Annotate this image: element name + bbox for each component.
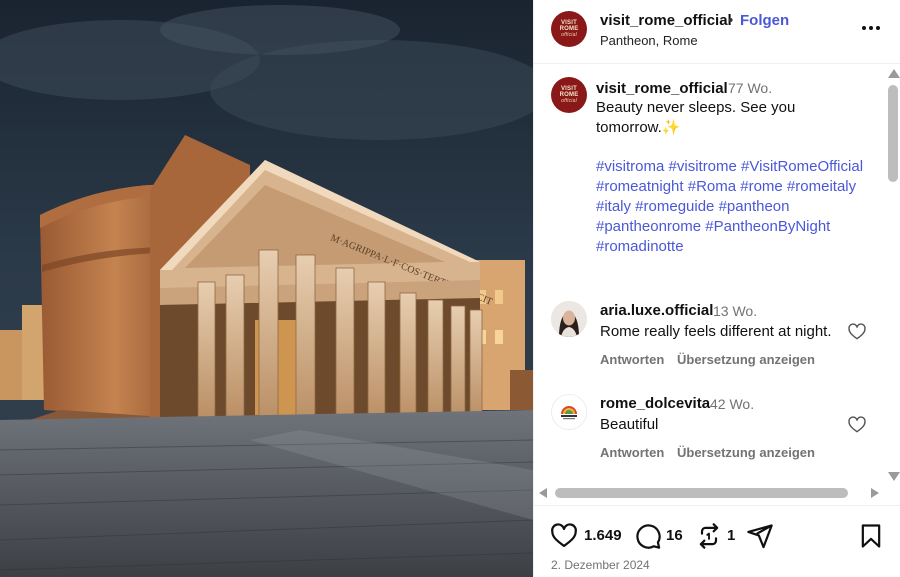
- repost-icon[interactable]: [695, 522, 723, 550]
- caption-hashtags[interactable]: #visitroma #visitrome #VisitRomeOfficial…: [596, 157, 866, 257]
- comment-username[interactable]: aria.luxe.official: [600, 302, 713, 319]
- avatar-logo-text: VISIT ROME: [559, 20, 579, 32]
- share-icon[interactable]: [746, 522, 774, 550]
- comment-username[interactable]: rome_dolcevita: [600, 395, 710, 412]
- avatar-logo-sub: official: [561, 32, 577, 38]
- scrollbar-thumb[interactable]: [888, 85, 898, 182]
- heart-icon[interactable]: [847, 415, 867, 435]
- comment-icon[interactable]: [634, 522, 662, 550]
- scroll-right-arrow-icon[interactable]: [871, 488, 879, 498]
- reposts-count[interactable]: 1: [727, 527, 735, 544]
- likes-count[interactable]: 1.649: [584, 527, 622, 544]
- pantheon-image: M·AGRIPPA·L·F·COS·TERTIVM·FECIT: [0, 0, 533, 577]
- caption-time[interactable]: 77 Wo.: [728, 80, 772, 96]
- comment-avatar[interactable]: [551, 394, 587, 430]
- heart-icon[interactable]: [847, 322, 867, 342]
- scroll-left-arrow-icon[interactable]: [539, 488, 547, 498]
- translate-button[interactable]: Übersetzung anzeigen: [677, 352, 815, 367]
- reply-button[interactable]: Antworten: [600, 352, 664, 367]
- post-location[interactable]: Pantheon, Rome: [600, 33, 698, 48]
- more-options-icon[interactable]: [859, 16, 883, 40]
- comment-text: Beautiful: [600, 416, 659, 433]
- vertical-scrollbar[interactable]: [886, 65, 900, 485]
- scrollbar-thumb[interactable]: [555, 488, 848, 498]
- post-username[interactable]: visit_rome_official: [600, 12, 732, 29]
- comment-text: Rome really feels different at night.: [600, 323, 832, 340]
- caption-text: Beauty never sleeps. See you tomorrow.✨: [596, 99, 796, 136]
- reply-button[interactable]: Antworten: [600, 445, 664, 460]
- horizontal-scrollbar[interactable]: [534, 485, 886, 500]
- follow-button[interactable]: Folgen: [740, 12, 789, 29]
- caption-avatar-logo-text: VISIT ROME: [559, 86, 579, 98]
- heart-icon[interactable]: [550, 522, 578, 550]
- post-side-panel: VISIT ROME official visit_rome_official •…: [533, 0, 900, 577]
- bookmark-icon[interactable]: [857, 522, 885, 550]
- post-date[interactable]: 2. Dezember 2024: [551, 558, 650, 572]
- separator-dot: •: [728, 12, 734, 29]
- comment-time[interactable]: 42 Wo.: [710, 396, 754, 412]
- scroll-up-arrow-icon[interactable]: [888, 69, 900, 78]
- caption-avatar[interactable]: VISIT ROME official: [551, 77, 587, 113]
- caption-avatar-logo-sub: official: [561, 98, 577, 104]
- comments-count[interactable]: 16: [666, 527, 683, 544]
- translate-button[interactable]: Übersetzung anzeigen: [677, 445, 815, 460]
- post-header: VISIT ROME official visit_rome_official •…: [534, 0, 900, 64]
- comment-time[interactable]: 13 Wo.: [713, 303, 757, 319]
- comments-list[interactable]: VISIT ROME official visit_rome_official 7…: [534, 65, 886, 485]
- post-photo[interactable]: M·AGRIPPA·L·F·COS·TERTIVM·FECIT: [0, 0, 533, 577]
- avatar[interactable]: VISIT ROME official: [551, 11, 587, 47]
- scroll-down-arrow-icon[interactable]: [888, 472, 900, 481]
- action-bar: 1.649 16 1 2. Dezember 2024: [534, 505, 900, 577]
- comment-avatar[interactable]: [551, 301, 587, 337]
- post-view: M·AGRIPPA·L·F·COS·TERTIVM·FECIT VISIT RO…: [0, 0, 900, 577]
- caption-username[interactable]: visit_rome_official: [596, 80, 728, 97]
